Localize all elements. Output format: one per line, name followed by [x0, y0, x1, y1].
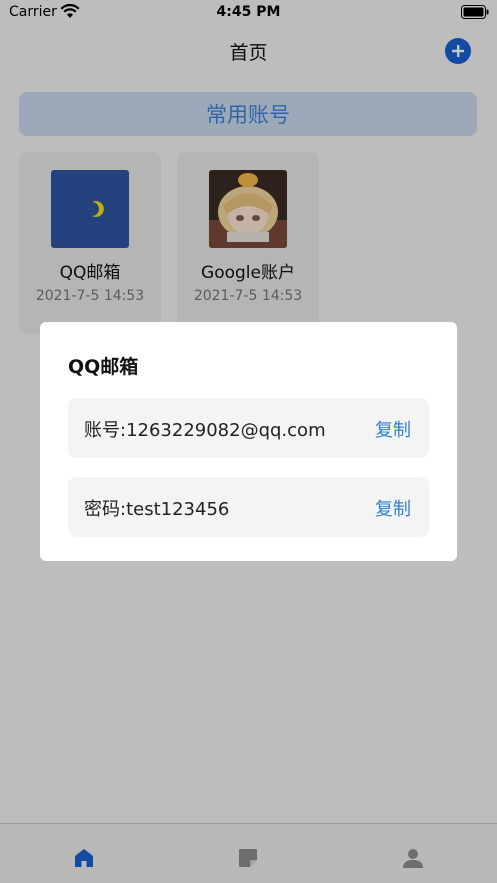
copy-account-button[interactable]: 复制 — [375, 416, 411, 442]
password-row: 密码:test123456 复制 — [68, 477, 429, 537]
password-text: 密码:test123456 — [84, 499, 230, 520]
copy-password-button[interactable]: 复制 — [375, 495, 411, 521]
account-detail-dialog: QQ邮箱 账号:1263229082@qq.com 复制 密码:test1234… — [40, 322, 457, 561]
account-text: 账号:1263229082@qq.com — [84, 420, 326, 441]
dialog-title: QQ邮箱 — [68, 356, 139, 378]
account-row: 账号:1263229082@qq.com 复制 — [68, 398, 429, 458]
